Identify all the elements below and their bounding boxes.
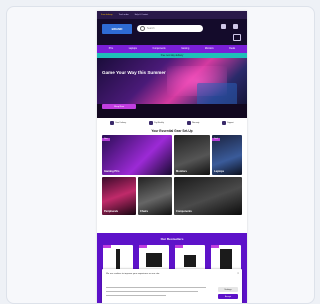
category-tile[interactable]: Components	[174, 177, 242, 215]
category-tile[interactable]: Peripherals	[102, 177, 136, 215]
cookie-banner: We use cookies to improve your experienc…	[102, 269, 242, 303]
cookie-text-line	[106, 291, 198, 293]
product-badge	[139, 245, 147, 248]
website-screenshot: Free delivery Track order Help & Contact…	[97, 11, 247, 303]
section-title: Your Essential Gear Set-Up	[151, 129, 193, 133]
account-icon[interactable]	[221, 24, 226, 29]
nav-item[interactable]: Monitors	[205, 48, 214, 50]
nav-item[interactable]: Gaming	[181, 48, 189, 50]
tile-label: Chairs	[140, 210, 149, 213]
category-grid: New Gaming PCs Monitors Deal Laptops Per…	[102, 135, 242, 215]
nav-item[interactable]: Deals	[229, 48, 235, 50]
shield-icon	[187, 121, 191, 125]
feature-item: Free Delivery	[110, 121, 126, 125]
cookie-accept-button[interactable]: Accept	[218, 294, 238, 299]
tile-label: Gaming PCs	[104, 170, 120, 173]
cookie-text-line	[106, 287, 206, 289]
topbar-item[interactable]: Free delivery	[101, 14, 113, 16]
tile-label: Components	[176, 210, 192, 213]
logo-text: BRAND	[111, 27, 123, 31]
feature-label: Pay Monthly	[154, 122, 165, 124]
nav-item[interactable]: Laptops	[129, 48, 137, 50]
feature-label: Support	[227, 122, 234, 124]
tile-label: Laptops	[214, 170, 225, 173]
search-icon	[140, 26, 145, 31]
product-image	[220, 249, 232, 269]
truck-icon	[110, 121, 115, 125]
main-nav: PCs Laptops Components Gaming Monitors D…	[97, 45, 247, 53]
feature-item: Warranty	[187, 121, 199, 125]
tile-label: Peripherals	[104, 210, 119, 213]
cookie-settings-label: Settings	[224, 288, 232, 291]
category-tile[interactable]: Deal Laptops	[212, 135, 242, 175]
search-placeholder: Search	[147, 27, 155, 30]
close-icon[interactable]: ×	[237, 271, 239, 275]
nav-item[interactable]: PCs	[109, 48, 113, 50]
card-icon	[149, 121, 154, 125]
hero-button-label: Shop Now	[113, 105, 125, 108]
product-image	[116, 249, 120, 269]
feature-item: Pay Monthly	[149, 121, 164, 125]
product-image	[184, 255, 196, 267]
wishlist-icon[interactable]	[233, 24, 238, 29]
category-tile[interactable]: Chairs	[138, 177, 172, 215]
topbar-item[interactable]: Help & Contact	[135, 14, 148, 16]
feature-label: Free Delivery	[115, 122, 127, 124]
tile-tag: Deal	[212, 138, 220, 141]
tile-tag: New	[102, 138, 110, 141]
site-header: BRAND Search	[97, 19, 247, 45]
nav-item[interactable]: Components	[153, 48, 166, 50]
category-tile[interactable]: New Gaming PCs	[102, 135, 172, 175]
cookie-text-line	[106, 295, 166, 297]
preview-card: Free delivery Track order Help & Contact…	[6, 6, 315, 304]
hero-headline: Game Your Way this Summer	[102, 70, 166, 75]
product-badge	[103, 245, 111, 248]
category-tile[interactable]: Monitors	[174, 135, 210, 175]
hero-shop-button[interactable]: Shop Now	[102, 104, 136, 109]
tile-label: Monitors	[176, 170, 187, 173]
top-bar: Free delivery Track order Help & Contact	[97, 11, 247, 19]
cookie-accept-label: Accept	[224, 295, 232, 298]
topbar-item[interactable]: Track order	[119, 14, 129, 16]
hero-banner[interactable]: Game Your Way this Summer Shop Now	[97, 58, 247, 118]
product-badge	[211, 245, 219, 248]
product-image	[146, 253, 162, 267]
cart-icon[interactable]	[233, 34, 241, 41]
product-badge	[175, 245, 183, 248]
features-strip: Free Delivery Pay Monthly Warranty Suppo…	[97, 118, 247, 128]
site-logo[interactable]: BRAND	[102, 24, 132, 34]
search-input[interactable]: Search	[137, 25, 203, 32]
hero-text: Game Your Way this Summer	[102, 70, 174, 76]
cookie-text: We use cookies to improve your experienc…	[106, 273, 160, 275]
headset-icon	[222, 121, 227, 125]
feature-item: Support	[222, 121, 234, 125]
cookie-settings-button[interactable]: Settings	[218, 287, 238, 292]
promo-text: Free next day delivery	[160, 54, 184, 57]
feature-label: Warranty	[192, 122, 200, 124]
bestsellers-title: Our Bestsellers	[160, 237, 184, 241]
